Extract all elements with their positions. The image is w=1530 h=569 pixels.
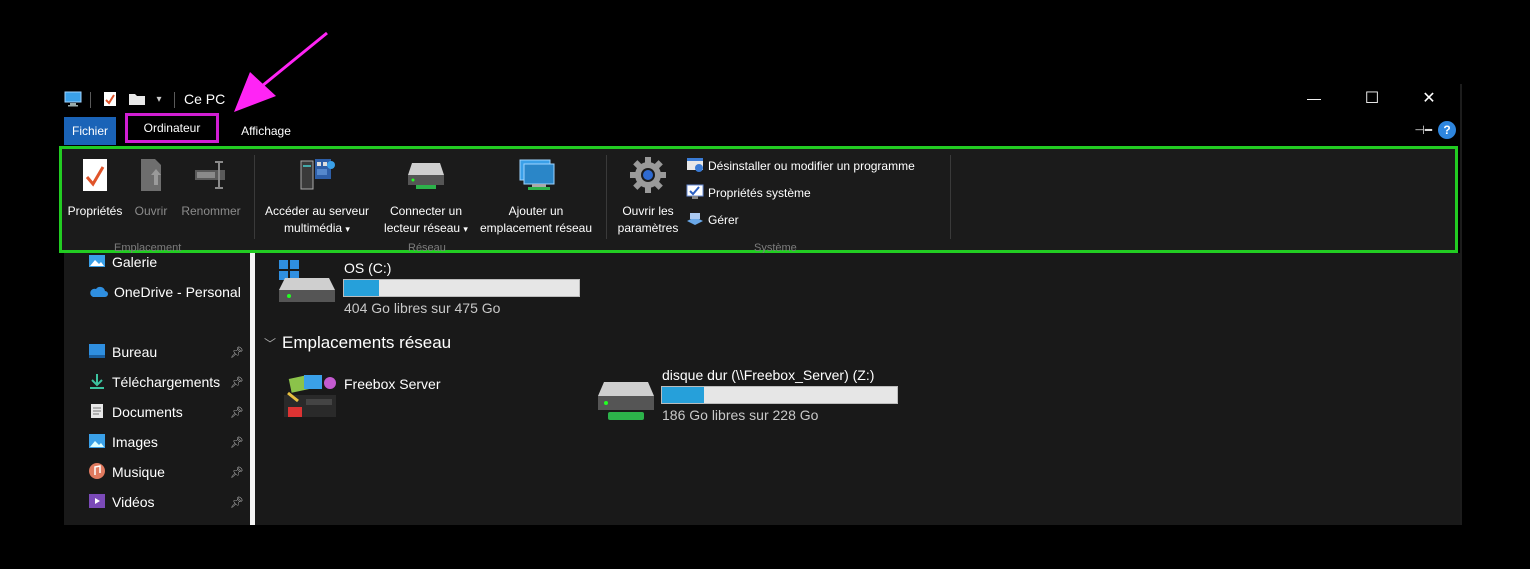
help-button[interactable]: ?	[1438, 121, 1456, 139]
freebox-server-name: Freebox Server	[344, 376, 441, 392]
maximize-button[interactable]: ☐	[1349, 84, 1395, 112]
sidebar-item-downloads[interactable]: Téléchargements 📌︎	[88, 371, 248, 393]
add-location-label-1: Ajouter un	[508, 204, 564, 218]
map-drive-label-2: lecteur réseau ▾	[384, 221, 468, 235]
uninstall-program-button[interactable]: Désinstaller ou modifier un programme	[686, 157, 915, 175]
open-icon	[130, 153, 172, 197]
gallery-icon	[88, 253, 106, 272]
map-network-drive-button[interactable]: Connecter un lecteur réseau ▾	[378, 153, 474, 238]
drive-z-free-space: 186 Go libres sur 228 Go	[662, 407, 819, 423]
ribbon-panel: Propriétés Ouvrir Renommer Emplacement A…	[59, 146, 1458, 254]
uninstall-label: Désinstaller ou modifier un programme	[708, 159, 915, 173]
pin-icon[interactable]: 📌︎	[230, 406, 244, 419]
pictures-icon	[88, 433, 106, 452]
system-properties-label: Propriétés système	[708, 186, 811, 200]
sidebar-item-label: OneDrive - Personal	[114, 284, 241, 300]
sidebar-item-label: Bureau	[112, 344, 158, 360]
sidebar-item-label: Images	[112, 434, 158, 450]
rename-button[interactable]: Renommer	[176, 153, 246, 220]
media-device-icon	[280, 371, 340, 428]
pin-icon[interactable]: 📌︎	[230, 376, 244, 389]
group-separator	[254, 155, 255, 239]
drive-c-usage-fill	[344, 280, 380, 296]
drive-z-name: disque dur (\\Freebox_Server) (Z:)	[662, 367, 875, 383]
properties-icon	[64, 153, 126, 197]
close-icon: ✕	[1422, 90, 1436, 107]
drive-c-free-space: 404 Go libres sur 475 Go	[344, 300, 501, 316]
sidebar-item-label: Téléchargements	[112, 374, 221, 390]
drive-c-usage-bar	[343, 279, 580, 297]
rename-icon	[176, 153, 246, 197]
media-server-label-1: Accéder au serveur	[264, 204, 370, 218]
manage-icon	[686, 211, 704, 230]
properties-label: Propriétés	[67, 204, 123, 218]
network-drive-icon	[598, 378, 654, 427]
os-drive-icon	[279, 260, 337, 311]
map-drive-label-1: Connecter un	[389, 204, 463, 218]
sidebar-item-music[interactable]: Musique 📌︎	[88, 461, 248, 483]
tab-file[interactable]: Fichier	[64, 117, 116, 145]
sidebar-item-label: Documents	[112, 404, 183, 420]
close-button[interactable]: ✕	[1406, 84, 1452, 112]
open-settings-label-2: paramètres	[617, 221, 679, 235]
rename-label: Renommer	[181, 204, 241, 218]
downloads-icon	[88, 373, 106, 392]
pin-ribbon-icon[interactable]: ⊣━	[1414, 123, 1432, 137]
open-settings-label-1: Ouvrir les	[622, 204, 674, 218]
group-separator	[950, 155, 951, 239]
drive-z-usage-fill	[662, 387, 705, 403]
media-server-icon	[258, 153, 376, 197]
drive-c-name: OS (C:)	[344, 260, 392, 276]
dropdown-arrow-icon: ▾	[345, 224, 350, 234]
open-label: Ouvrir	[134, 204, 168, 218]
minimize-button[interactable]: —	[1291, 84, 1337, 112]
open-settings-button[interactable]: Ouvrir les paramètres	[612, 153, 684, 237]
system-properties-icon	[686, 184, 704, 203]
minimize-icon: —	[1307, 90, 1321, 106]
sidebar-item-onedrive[interactable]: OneDrive - Personal	[88, 281, 248, 303]
sidebar-item-pictures[interactable]: Images 📌︎	[88, 431, 248, 453]
manage-label: Gérer	[708, 213, 739, 227]
sidebar-item-label: Vidéos	[112, 494, 155, 510]
sidebar-item-label: Galerie	[112, 254, 158, 270]
network-locations-header[interactable]: Emplacements réseau	[282, 333, 451, 353]
network-drive-icon	[378, 153, 474, 197]
group-separator	[606, 155, 607, 239]
maximize-icon: ☐	[1364, 90, 1380, 107]
window-border	[1460, 84, 1462, 525]
pin-icon[interactable]: 📌︎	[230, 346, 244, 359]
open-button[interactable]: Ouvrir	[130, 153, 172, 220]
desktop-icon	[88, 343, 106, 362]
annotation-arrow	[234, 31, 328, 112]
media-server-label-2: multimédia ▾	[284, 221, 350, 235]
videos-icon	[88, 493, 106, 512]
ribbon-tabs: Fichier Ordinateur Affichage ⊣━ ?	[64, 113, 1460, 145]
manage-button[interactable]: Gérer	[686, 211, 739, 229]
pin-icon[interactable]: 📌︎	[230, 496, 244, 509]
add-network-location-button[interactable]: Ajouter un emplacement réseau	[474, 153, 598, 237]
pin-icon[interactable]: 📌︎	[230, 466, 244, 479]
sidebar-item-desktop[interactable]: Bureau 📌︎	[88, 341, 248, 363]
pin-icon[interactable]: 📌︎	[230, 436, 244, 449]
sidebar-item-gallery[interactable]: Galerie	[88, 253, 248, 273]
tab-view[interactable]: Affichage	[230, 117, 302, 145]
network-location-icon	[474, 153, 598, 197]
media-server-button[interactable]: Accéder au serveur multimédia ▾	[258, 153, 376, 238]
settings-gear-icon	[612, 153, 684, 197]
sidebar-item-videos[interactable]: Vidéos 📌︎	[88, 491, 248, 513]
navigation-pane: Galerie OneDrive - Personal Bureau 📌︎ Té…	[64, 253, 250, 525]
drive-z-usage-bar	[661, 386, 898, 404]
dropdown-arrow-icon: ▾	[463, 224, 468, 234]
sidebar-item-documents[interactable]: Documents 📌︎	[88, 401, 248, 423]
system-properties-button[interactable]: Propriétés système	[686, 184, 811, 202]
documents-icon	[88, 403, 106, 422]
properties-button[interactable]: Propriétés	[64, 153, 126, 220]
onedrive-icon	[88, 284, 108, 301]
add-location-label-2: emplacement réseau	[479, 221, 593, 235]
uninstall-icon	[686, 157, 704, 176]
music-icon	[88, 462, 106, 483]
chevron-down-icon[interactable]: ﹀	[264, 335, 276, 352]
sidebar-item-label: Musique	[112, 464, 165, 480]
